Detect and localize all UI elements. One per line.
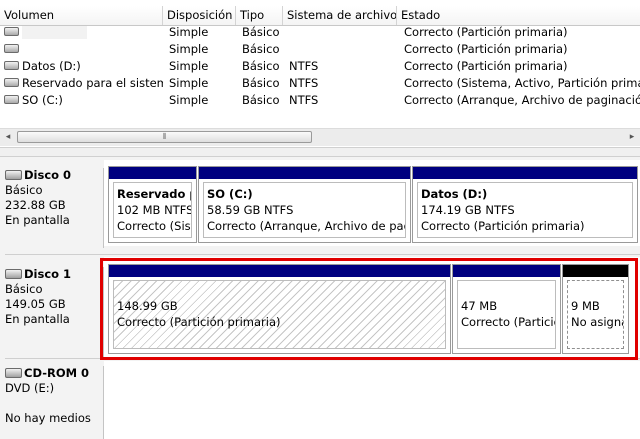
disk-status: En pantalla [5,312,70,326]
drive-icon [4,95,19,104]
partition-size: 148.99 GB [117,299,178,313]
partition-datos-d[interactable]: Datos (D:) 174.19 GB NTFS Correcto (Part… [412,166,638,243]
column-sistema-archivos[interactable]: Sistema de archivos [283,6,397,25]
volume-disposicion: Simple [169,76,209,90]
partition-unallocated[interactable]: 9 MB No asignado [562,264,629,354]
disk-type: DVD (E:) [5,381,55,395]
disk-icon [5,268,22,279]
partition-bar [563,265,628,277]
volume-row[interactable]: Reservado para el sistema Simple Básico … [0,75,640,92]
volume-row[interactable]: SO (C:) Simple Básico NTFS Correcto (Arr… [0,92,640,109]
partition-bar [109,167,196,179]
volume-disposicion: Simple [169,25,209,39]
partition-status: Correcto (Sistema, Activo, Partición pri… [117,219,191,233]
disk-type: Básico [5,183,43,197]
volume-row[interactable]: Simple Básico Correcto (Partición primar… [0,24,640,41]
volume-name: SO (C:) [22,93,63,107]
disk-name: Disco 1 [24,267,72,281]
partition-47mb[interactable]: 47 MB Correcto (Partición primaria) [452,264,561,354]
volume-tipo: Básico [242,93,280,107]
volume-disposicion: Simple [169,59,209,73]
scroll-thumb[interactable]: ⦀ [17,131,312,143]
partition-status: Correcto (Partición primaria) [421,219,585,233]
disk-status: No hay medios [5,411,91,425]
volume-row[interactable]: Simple Básico Correcto (Partición primar… [0,41,640,58]
disk-1-label[interactable]: Disco 1 Básico 149.05 GB En pantalla [5,267,104,357]
partition-title: SO (C:) [207,187,253,201]
volume-sistema: NTFS [289,59,319,73]
disk-size: 149.05 GB [5,297,66,311]
volume-tipo: Básico [242,59,280,73]
partition-title: Reservado para el sistema [117,187,191,201]
partition-bar [453,265,560,277]
drive-icon [4,61,19,70]
disk-status: En pantalla [5,213,70,227]
disk-icon [5,169,22,180]
volume-tipo: Básico [242,76,280,90]
scroll-left-icon[interactable]: ◂ [0,129,16,146]
partition-size: 174.19 GB NTFS [421,203,515,217]
partition-bar [109,265,450,277]
drive-icon [4,44,19,53]
disk-name: Disco 0 [24,168,72,182]
partition-bar [199,167,410,179]
drive-icon [4,78,19,87]
partition-status: No asignado [571,315,623,329]
volume-tipo: Básico [242,25,280,39]
volume-sistema: NTFS [289,93,319,107]
partition-status: Correcto (Partición primaria) [117,315,281,329]
disk-size: 232.88 GB [5,198,66,212]
column-header: Volumen Disposición Tipo Sistema de arch… [0,6,640,26]
volume-disposicion: Simple [169,93,209,107]
partition-status: Correcto (Arranque, Archivo de paginació… [207,219,405,233]
pane-splitter[interactable] [0,147,640,157]
cdrom-0-label[interactable]: CD-ROM 0 DVD (E:) No hay medios [5,366,104,439]
partition-status: Correcto (Partición primaria) [461,315,555,329]
volume-estado: Correcto (Sistema, Activo, Partición pri… [404,76,640,90]
volume-name: Datos (D:) [22,59,81,73]
partition-reservado[interactable]: Reservado para el sistema 102 MB NTFS Co… [108,166,197,243]
volume-row[interactable]: Datos (D:) Simple Básico NTFS Correcto (… [0,58,640,75]
volume-name [22,26,87,39]
cdrom-icon [5,367,22,378]
volume-name: Reservado para el sistema [22,76,163,90]
horizontal-scrollbar[interactable]: ◂ ⦀ ▸ [0,128,640,146]
column-volumen[interactable]: Volumen [0,6,163,25]
volume-estado: Correcto (Partición primaria) [404,59,568,73]
disk-separator [5,254,640,255]
drive-icon [4,27,19,36]
volume-estado: Correcto (Partición primaria) [404,25,568,39]
volume-disposicion: Simple [169,42,209,56]
volume-sistema: NTFS [289,76,319,90]
partition-size: 47 MB [461,299,498,313]
disk-0-label[interactable]: Disco 0 Básico 232.88 GB En pantalla [5,168,104,248]
partition-size: 9 MB [571,299,600,313]
disk-separator [5,358,640,359]
volume-estado: Correcto (Partición primaria) [404,42,568,56]
partition-148gb[interactable]: 148.99 GB Correcto (Partición primaria) [108,264,451,354]
column-tipo[interactable]: Tipo [236,6,283,25]
partition-size: 102 MB NTFS [117,203,192,217]
volume-tipo: Básico [242,42,280,56]
partition-title: Datos (D:) [421,187,488,201]
partition-bar [413,167,637,179]
partition-so-c[interactable]: SO (C:) 58.59 GB NTFS Correcto (Arranque… [198,166,411,243]
disk-type: Básico [5,282,43,296]
partition-size: 58.59 GB NTFS [207,203,294,217]
disk-name: CD-ROM 0 [24,366,90,380]
column-estado[interactable]: Estado [397,6,640,25]
scroll-right-icon[interactable]: ▸ [624,129,640,146]
volume-estado: Correcto (Arranque, Archivo de paginació… [404,93,640,107]
volume-list: Volumen Disposición Tipo Sistema de arch… [0,0,640,147]
column-disposicion[interactable]: Disposición [163,6,236,25]
